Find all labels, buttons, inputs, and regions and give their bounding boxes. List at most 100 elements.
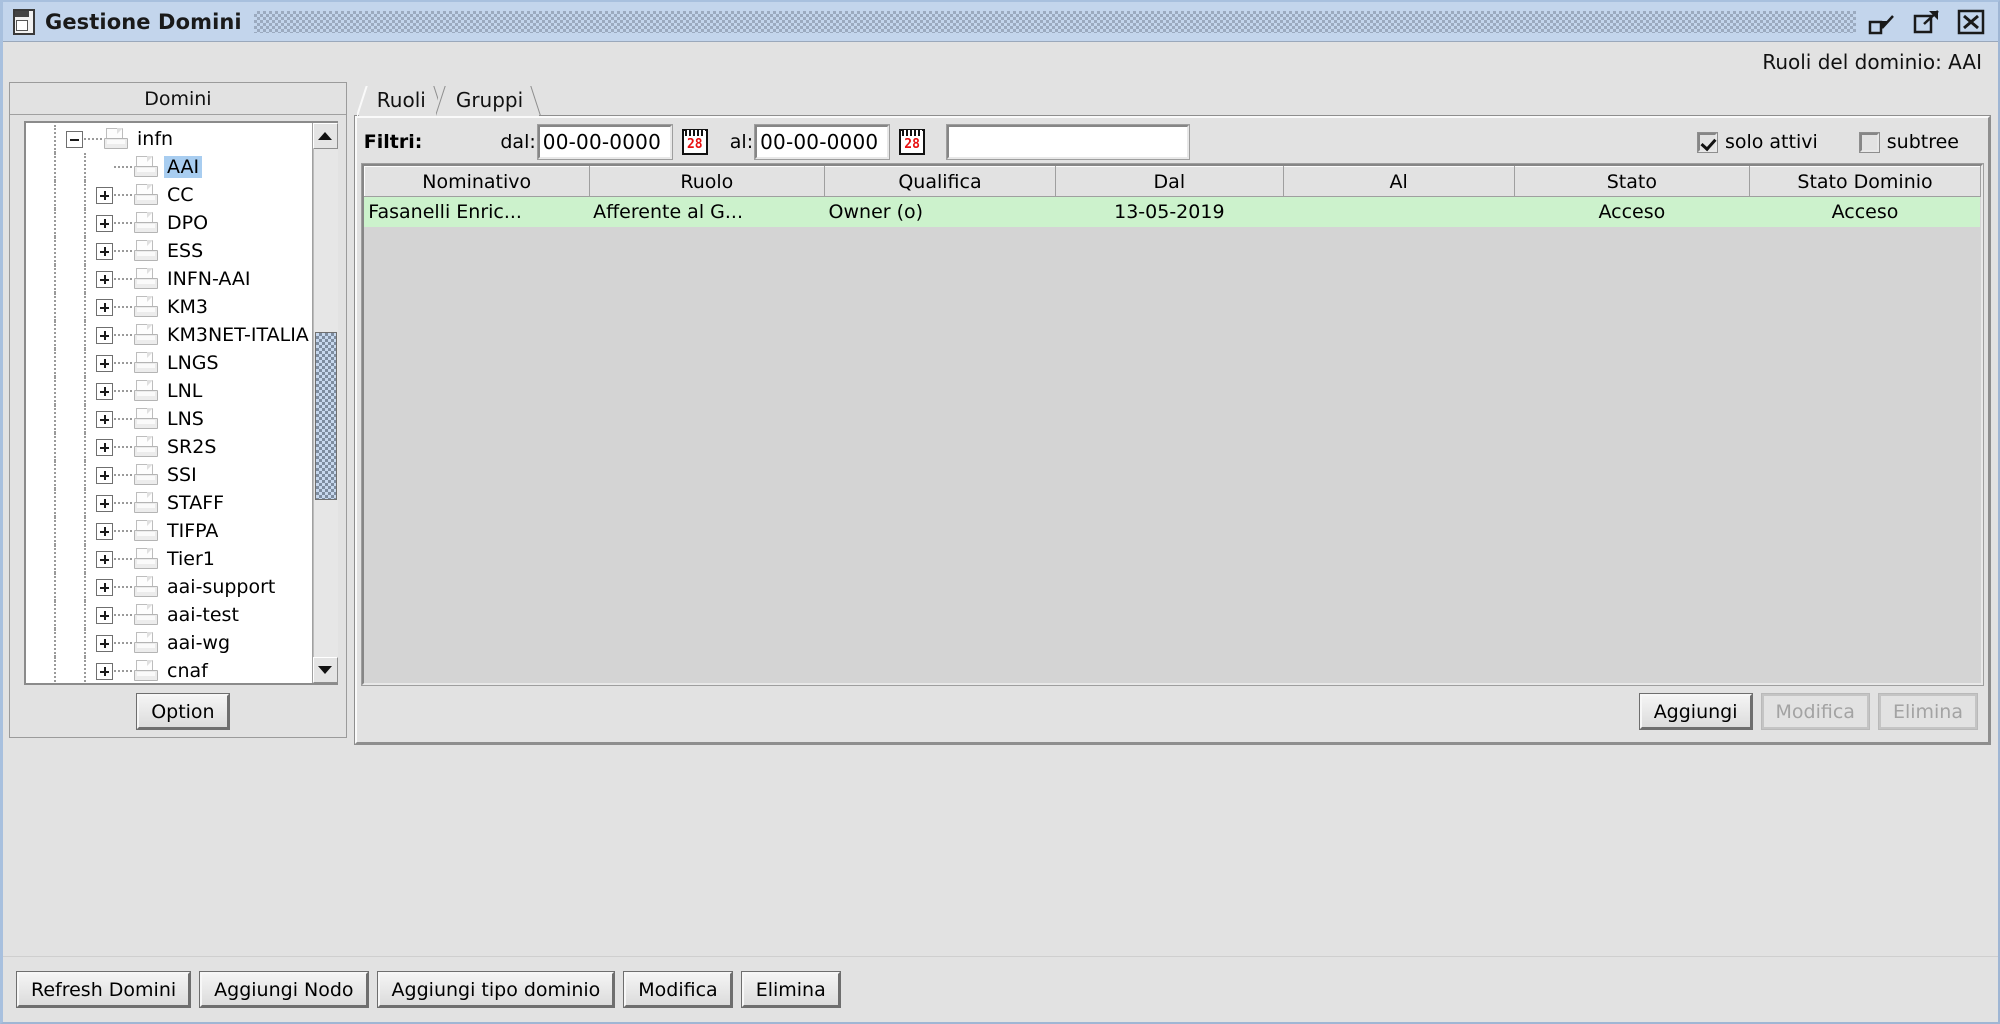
expand-node-icon[interactable] [96, 270, 113, 288]
column-header-qualifica[interactable]: Qualifica [824, 166, 1056, 197]
subtree-checkbox-group[interactable]: subtree [1858, 131, 1959, 153]
aggiungi-role-button[interactable]: Aggiungi [1638, 692, 1753, 730]
search-input[interactable] [946, 124, 1191, 160]
tree-item-staff[interactable]: STAFF [26, 489, 312, 517]
roles-table-container[interactable]: Nominativo Ruolo Qualifica Dal Al Stato Stato … [360, 163, 1984, 686]
option-button[interactable]: Option [136, 692, 230, 730]
domain-folder-icon [134, 520, 158, 542]
scroll-track[interactable] [312, 149, 338, 658]
bottom-toolbar: Refresh Domini Aggiungi Nodo Aggiungi ti… [3, 956, 1998, 1022]
expand-node-icon[interactable] [96, 634, 113, 652]
domain-context-label: Ruoli del dominio: AAI [1762, 50, 1982, 74]
tree-item-aai-wg[interactable]: aai-wg [26, 629, 312, 657]
to-date-calendar-button[interactable]: 28 [895, 125, 930, 159]
column-header-ruolo[interactable]: Ruolo [588, 166, 826, 197]
tree-item-tier1[interactable]: Tier1 [26, 545, 312, 573]
refresh-domini-button[interactable]: Refresh Domini [15, 971, 192, 1008]
close-icon[interactable] [1956, 8, 1986, 36]
tree-item-label: KM3 [167, 296, 208, 318]
domains-tree[interactable]: infn AAI CC DPO ESS INFN-AAI KM3 KM3NET-ITALIA L… [26, 123, 312, 684]
expand-node-icon[interactable] [96, 242, 113, 260]
subtree-checkbox[interactable] [1858, 131, 1880, 153]
expand-node-icon[interactable] [96, 494, 113, 512]
domains-panel: Domini infn AAI CC DPO ESS INFN-AAI KM3 KM3NET-… [9, 82, 347, 738]
table-cell [1283, 196, 1515, 227]
domain-folder-icon [134, 436, 158, 458]
modifica-dominio-button[interactable]: Modifica [623, 971, 733, 1008]
main-split: Domini infn AAI CC DPO ESS INFN-AAI KM3 KM3NET-… [3, 82, 1998, 912]
tree-item-lnl[interactable]: LNL [26, 377, 312, 405]
tab-ruoli[interactable]: Ruoli [358, 83, 442, 116]
table-cell: Owner (o) [824, 196, 1056, 227]
expand-node-icon[interactable] [96, 578, 113, 596]
expand-node-icon[interactable] [96, 354, 113, 372]
domain-folder-icon [134, 548, 158, 570]
column-header-al[interactable]: Al [1282, 166, 1515, 197]
expand-node-icon[interactable] [96, 410, 113, 428]
tree-item-ssi[interactable]: SSI [26, 461, 312, 489]
tree-connector [114, 166, 132, 168]
to-date-input[interactable]: 00-00-0000 [754, 124, 891, 160]
tree-item-lns[interactable]: LNS [26, 405, 312, 433]
expand-node-icon[interactable] [96, 298, 113, 316]
tabstrip: Ruoli Gruppi [353, 82, 1992, 116]
tree-vertical-scrollbar[interactable] [311, 123, 338, 684]
tree-item-label: AAI [164, 156, 203, 178]
tree-item-cc[interactable]: CC [26, 181, 312, 209]
tree-connector [114, 222, 132, 224]
tree-item-label: aai-wg [167, 632, 231, 654]
roles-action-buttons: Aggiungi Modifica Elimina [362, 685, 1983, 737]
expand-node-icon[interactable] [96, 606, 113, 624]
minimize-icon[interactable] [1868, 8, 1898, 36]
calendar-icon: 28 [899, 129, 926, 155]
expand-node-icon[interactable] [96, 550, 113, 568]
tree-item-infn[interactable]: infn [26, 125, 312, 153]
only-active-label: solo attivi [1724, 131, 1818, 153]
expand-node-icon[interactable] [96, 186, 113, 204]
from-date-input[interactable]: 00-00-0000 [536, 124, 673, 160]
domain-folder-icon [134, 464, 158, 486]
column-header-stato-dominio[interactable]: Stato Dominio [1749, 166, 1981, 197]
expand-node-icon[interactable] [96, 214, 113, 232]
expand-node-icon[interactable] [96, 466, 113, 484]
scroll-down-arrow-icon[interactable] [312, 657, 338, 684]
tree-item-tifpa[interactable]: TIFPA [26, 517, 312, 545]
tree-item-ess[interactable]: ESS [26, 237, 312, 265]
maximize-icon[interactable] [1912, 8, 1942, 36]
tree-item-dpo[interactable]: DPO [26, 209, 312, 237]
tree-connector [114, 194, 132, 196]
expand-node-icon[interactable] [96, 382, 113, 400]
scroll-thumb[interactable] [314, 331, 337, 500]
tree-item-sr2s[interactable]: SR2S [26, 433, 312, 461]
tree-item-km3net-italia[interactable]: KM3NET-ITALIA [26, 321, 312, 349]
domain-folder-icon [134, 296, 158, 318]
aggiungi-nodo-button[interactable]: Aggiungi Nodo [199, 971, 369, 1008]
column-header-stato[interactable]: Stato [1513, 166, 1751, 197]
tree-item-aai-test[interactable]: aai-test [26, 601, 312, 629]
from-date-calendar-button[interactable]: 28 [677, 125, 712, 159]
only-active-checkbox-group[interactable]: solo attivi [1696, 131, 1818, 153]
expand-node-icon[interactable] [96, 522, 113, 540]
tree-item-aai[interactable]: AAI [26, 153, 312, 181]
tab-gruppi[interactable]: Gruppi [437, 83, 540, 116]
elimina-role-button: Elimina [1877, 692, 1978, 730]
ruoli-tab-panel: Filtri: dal: 00-00-0000 28 al: 00-00-000… [353, 115, 1991, 745]
only-active-checkbox[interactable] [1696, 131, 1718, 153]
column-header-dal[interactable]: Dal [1054, 166, 1284, 197]
modifica-role-button: Modifica [1760, 692, 1870, 730]
expand-node-icon[interactable] [96, 662, 113, 680]
expand-node-icon[interactable] [96, 326, 113, 344]
tree-item-cnaf[interactable]: cnaf [26, 657, 312, 684]
elimina-dominio-button[interactable]: Elimina [740, 971, 841, 1008]
tree-item-aai-support[interactable]: aai-support [26, 573, 312, 601]
scroll-up-arrow-icon[interactable] [312, 123, 338, 149]
tree-item-label: DPO [167, 212, 209, 234]
collapse-node-icon[interactable] [66, 130, 83, 148]
table-row[interactable]: Fasanelli Enric... Afferente al G... Owner… [364, 196, 1981, 227]
tree-item-km3[interactable]: KM3 [26, 293, 312, 321]
aggiungi-tipo-dominio-button[interactable]: Aggiungi tipo dominio [376, 971, 616, 1008]
column-header-nominativo[interactable]: Nominativo [363, 166, 590, 197]
expand-node-icon[interactable] [96, 438, 113, 456]
tree-item-infn-aai[interactable]: INFN-AAI [26, 265, 312, 293]
tree-item-lngs[interactable]: LNGS [26, 349, 312, 377]
